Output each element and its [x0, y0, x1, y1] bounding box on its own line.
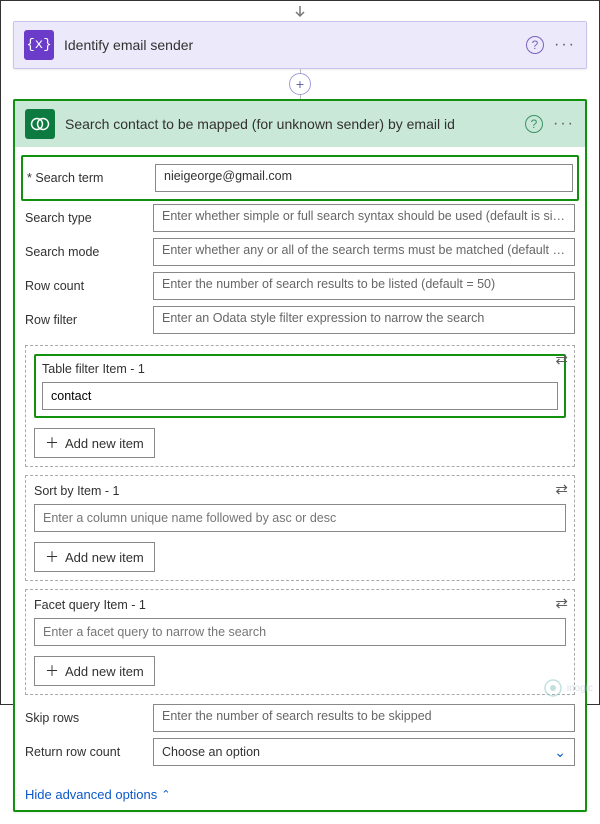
field-search-term: * Search term nieigeorge@gmail.com [27, 161, 573, 195]
field-row-filter: Row filter Enter an Odata style filter e… [25, 303, 575, 337]
skip-rows-input[interactable]: Enter the number of search results to be… [153, 704, 575, 732]
table-filter-input[interactable] [42, 382, 558, 410]
field-row-count: Row count Enter the number of search res… [25, 269, 575, 303]
chevron-down-icon: ⌄ [554, 744, 566, 761]
add-table-filter-item[interactable]: ＋ Add new item [34, 428, 155, 458]
switch-to-array-icon[interactable]: ⇄ [555, 480, 568, 498]
plus-icon: ＋ [45, 661, 59, 681]
add-step-button[interactable]: + [289, 73, 311, 95]
return-row-count-select[interactable]: Choose an option ⌄ [153, 738, 575, 766]
hide-advanced-link[interactable]: Hide advanced options ⌃ [25, 787, 170, 802]
plus-icon: ＋ [45, 547, 59, 567]
variable-icon: {x} [24, 30, 54, 60]
field-search-type: Search type Enter whether simple or full… [25, 201, 575, 235]
field-return-row-count: Return row count Choose an option ⌄ [25, 735, 575, 769]
row-filter-input[interactable]: Enter an Odata style filter expression t… [153, 306, 575, 334]
step-identify-email-sender[interactable]: {x} Identify email sender ? ··· [13, 21, 587, 69]
chevron-up-icon: ⌃ [161, 788, 170, 801]
flow-arrow-in [13, 5, 587, 21]
more-menu[interactable]: ··· [554, 39, 576, 51]
sort-by-input[interactable] [34, 504, 566, 532]
field-search-mode: Search mode Enter whether any or all of … [25, 235, 575, 269]
facet-title: Facet query Item - 1 [34, 598, 566, 612]
switch-to-array-icon[interactable]: ⇄ [555, 350, 568, 368]
help-icon[interactable]: ? [526, 36, 544, 54]
dataverse-icon [25, 109, 55, 139]
more-menu[interactable]: ··· [553, 118, 575, 130]
table-filter-block: ⇄ Table filter Item - 1 ＋ Add new item [25, 345, 575, 467]
step2-title: Search contact to be mapped (for unknown… [65, 116, 515, 132]
facet-query-block: ⇄ Facet query Item - 1 ＋ Add new item [25, 589, 575, 695]
field-skip-rows: Skip rows Enter the number of search res… [25, 701, 575, 735]
search-type-input[interactable]: Enter whether simple or full search synt… [153, 204, 575, 232]
sort-by-block: ⇄ Sort by Item - 1 ＋ Add new item [25, 475, 575, 581]
step-search-contact[interactable]: Search contact to be mapped (for unknown… [13, 99, 587, 812]
add-sort-item[interactable]: ＋ Add new item [34, 542, 155, 572]
search-term-input[interactable]: nieigeorge@gmail.com [155, 164, 573, 192]
help-icon[interactable]: ? [525, 115, 543, 133]
row-count-input[interactable]: Enter the number of search results to be… [153, 272, 575, 300]
search-mode-input[interactable]: Enter whether any or all of the search t… [153, 238, 575, 266]
sort-by-title: Sort by Item - 1 [34, 484, 566, 498]
add-facet-item[interactable]: ＋ Add new item [34, 656, 155, 686]
switch-to-array-icon[interactable]: ⇄ [555, 594, 568, 612]
table-filter-title: Table filter Item - 1 [42, 362, 558, 376]
step1-title: Identify email sender [64, 37, 516, 53]
facet-input[interactable] [34, 618, 566, 646]
plus-icon: ＋ [45, 433, 59, 453]
